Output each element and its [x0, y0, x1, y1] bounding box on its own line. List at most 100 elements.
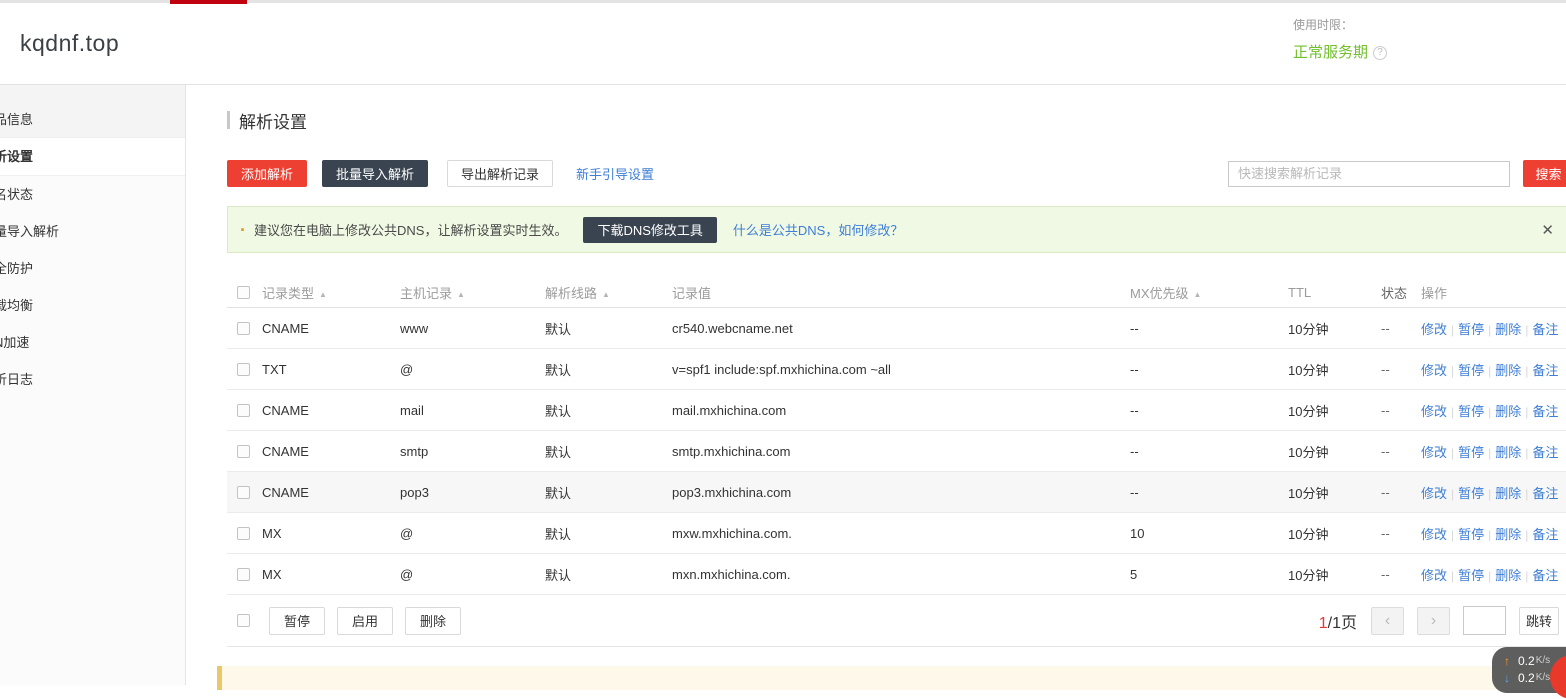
row-checkbox[interactable] [237, 404, 250, 417]
cell-host-record: @ [400, 567, 545, 582]
row-checkbox[interactable] [237, 322, 250, 335]
batch-import-button[interactable]: 批量导入解析 [322, 160, 428, 187]
cell-ttl: 10分钟 [1288, 401, 1381, 420]
sidebar-item[interactable]: N加速 [0, 324, 185, 361]
sidebar-item-label: 量导入解析 [0, 224, 59, 239]
cell-record-value: mxw.mxhichina.com. [672, 526, 1130, 541]
sort-icon[interactable]: ▲ [602, 290, 610, 299]
delete-link[interactable]: 删除 [1495, 363, 1521, 378]
bulk-action-button[interactable]: 启用 [337, 607, 393, 635]
modify-link[interactable]: 修改 [1421, 363, 1447, 378]
sort-icon[interactable]: ▲ [1194, 290, 1202, 299]
sidebar-item[interactable]: 全防护 [0, 250, 185, 287]
op-separator: | [1525, 528, 1528, 542]
delete-link[interactable]: 删除 [1495, 322, 1521, 337]
cell-record-value: smtp.mxhichina.com [672, 444, 1130, 459]
pause-link[interactable]: 暂停 [1458, 322, 1484, 337]
total-pages: /1页 [1328, 615, 1357, 632]
remark-link[interactable]: 备注 [1532, 527, 1558, 542]
search-button[interactable]: 搜索 [1523, 160, 1566, 187]
delete-link[interactable]: 删除 [1495, 568, 1521, 583]
download-dns-tool-button[interactable]: 下载DNS修改工具 [583, 217, 716, 243]
op-separator: | [1451, 569, 1454, 583]
modify-link[interactable]: 修改 [1421, 568, 1447, 583]
row-checkbox[interactable] [237, 363, 250, 376]
table-row: CNAME www 默认 cr540.webcname.net -- 10分钟 … [227, 308, 1566, 349]
cell-ttl: 10分钟 [1288, 565, 1381, 584]
delete-link[interactable]: 删除 [1495, 445, 1521, 460]
pause-link[interactable]: 暂停 [1458, 568, 1484, 583]
row-checkbox[interactable] [237, 568, 250, 581]
footer-select-all-checkbox[interactable] [237, 614, 250, 627]
row-checkbox[interactable] [237, 527, 250, 540]
pause-link[interactable]: 暂停 [1458, 486, 1484, 501]
remark-link[interactable]: 备注 [1532, 568, 1558, 583]
cell-record-value: cr540.webcname.net [672, 321, 1130, 336]
delete-link[interactable]: 删除 [1495, 486, 1521, 501]
bulk-action-button[interactable]: 暂停 [269, 607, 325, 635]
prev-page-button[interactable]: ‹ [1371, 607, 1404, 635]
add-record-button[interactable]: 添加解析 [227, 160, 307, 187]
table-row: MX @ 默认 mxn.mxhichina.com. 5 10分钟 -- 修改|… [227, 554, 1566, 595]
cell-record-value: mail.mxhichina.com [672, 403, 1130, 418]
header-record-type[interactable]: 记录类型▲ [262, 283, 400, 302]
sidebar-item[interactable]: 析日志 [0, 361, 185, 398]
cell-line: 默认 [545, 319, 672, 338]
page-info: 1/1页 [1319, 609, 1357, 633]
cell-ttl: 10分钟 [1288, 483, 1381, 502]
pause-link[interactable]: 暂停 [1458, 445, 1484, 460]
op-separator: | [1525, 446, 1528, 460]
modify-link[interactable]: 修改 [1421, 404, 1447, 419]
page-jump-button[interactable]: 跳转 [1519, 607, 1559, 635]
row-checkbox[interactable] [237, 445, 250, 458]
modify-link[interactable]: 修改 [1421, 322, 1447, 337]
remark-link[interactable]: 备注 [1532, 486, 1558, 501]
cell-operations: 修改|暂停|删除|备注 [1421, 360, 1566, 379]
search-input[interactable] [1228, 161, 1510, 187]
header-mx-priority[interactable]: MX优先级▲ [1130, 283, 1288, 302]
pause-link[interactable]: 暂停 [1458, 363, 1484, 378]
close-icon[interactable]: ✕ [1541, 221, 1554, 239]
remark-link[interactable]: 备注 [1532, 363, 1558, 378]
sort-icon[interactable]: ▲ [319, 290, 327, 299]
page-jump-input[interactable] [1463, 606, 1506, 635]
header-host-record[interactable]: 主机记录▲ [400, 283, 545, 302]
pause-link[interactable]: 暂停 [1458, 404, 1484, 419]
cell-host-record: smtp [400, 444, 545, 459]
next-page-button[interactable]: › [1417, 607, 1450, 635]
guide-settings-link[interactable]: 新手引导设置 [576, 164, 654, 183]
modify-link[interactable]: 修改 [1421, 445, 1447, 460]
cell-mx-priority: 5 [1130, 567, 1288, 582]
remark-link[interactable]: 备注 [1532, 445, 1558, 460]
sort-icon[interactable]: ▲ [457, 290, 465, 299]
sidebar-item[interactable]: 名状态 [0, 176, 185, 213]
remark-link[interactable]: 备注 [1532, 404, 1558, 419]
op-separator: | [1451, 446, 1454, 460]
header-record-value: 记录值 [672, 283, 1130, 302]
cell-mx-priority: -- [1130, 485, 1288, 500]
modify-link[interactable]: 修改 [1421, 527, 1447, 542]
bulk-action-button[interactable]: 删除 [405, 607, 461, 635]
delete-link[interactable]: 删除 [1495, 404, 1521, 419]
sidebar-item[interactable]: 载均衡 [0, 287, 185, 324]
sidebar-item[interactable]: 品信息 [0, 85, 185, 138]
cell-ttl: 10分钟 [1288, 442, 1381, 461]
sidebar-item[interactable]: 析设置 [0, 138, 185, 176]
what-is-public-dns-link[interactable]: 什么是公共DNS，如何修改？ [733, 220, 903, 239]
cell-status: -- [1381, 567, 1421, 582]
sidebar-item[interactable]: 量导入解析 [0, 213, 185, 250]
sidebar-item-label: 析日志 [0, 372, 33, 387]
header-line[interactable]: 解析线路▲ [545, 283, 672, 302]
cell-mx-priority: -- [1130, 362, 1288, 377]
pause-link[interactable]: 暂停 [1458, 527, 1484, 542]
cell-host-record: mail [400, 403, 545, 418]
select-all-checkbox[interactable] [237, 286, 250, 299]
modify-link[interactable]: 修改 [1421, 486, 1447, 501]
row-checkbox[interactable] [237, 486, 250, 499]
remark-link[interactable]: 备注 [1532, 322, 1558, 337]
export-records-button[interactable]: 导出解析记录 [447, 160, 553, 187]
delete-link[interactable]: 删除 [1495, 527, 1521, 542]
help-icon[interactable]: ? [1373, 46, 1387, 60]
cell-line: 默认 [545, 442, 672, 461]
op-separator: | [1525, 405, 1528, 419]
